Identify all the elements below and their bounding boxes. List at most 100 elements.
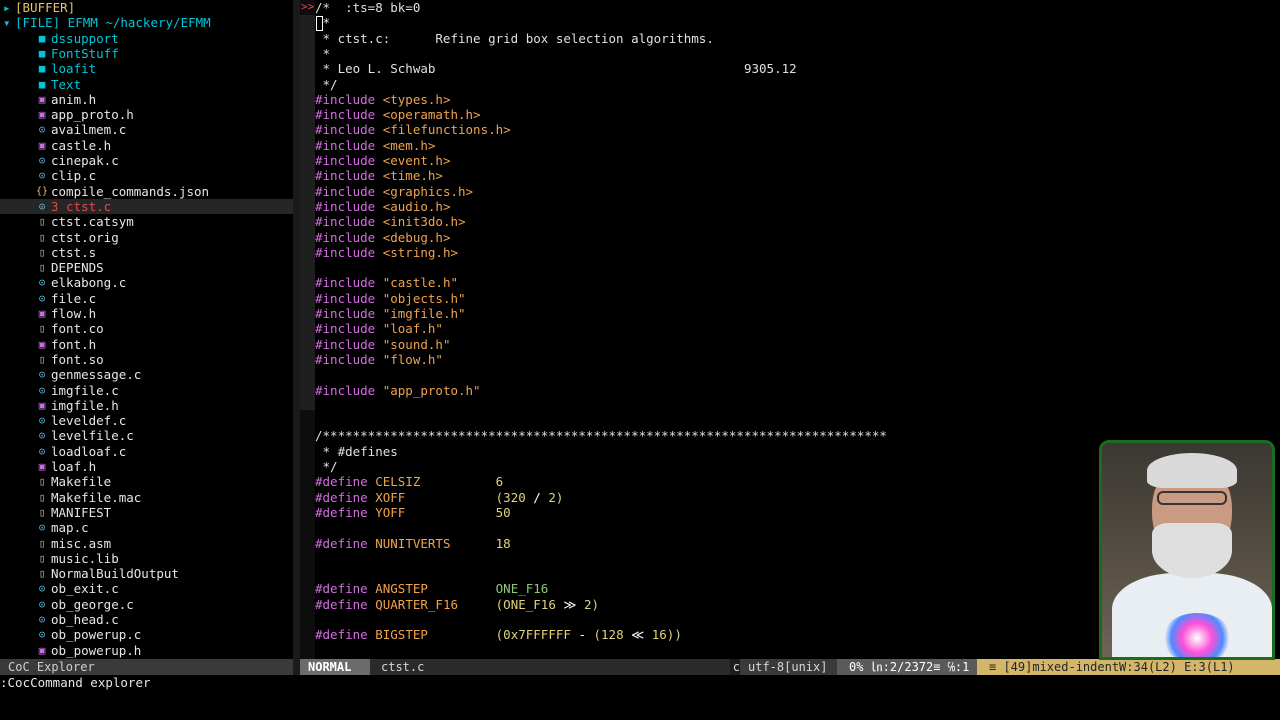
code-line[interactable]: #include <string.h> [315, 245, 458, 260]
explorer-item[interactable]: ▯ ctst.catsym [0, 214, 293, 229]
explorer-item-label: Makefile.mac [51, 489, 142, 505]
code-line[interactable]: #define XOFF (320 / 2) [315, 490, 563, 505]
header-file-icon: ▣ [38, 138, 46, 152]
code-line[interactable]: #include <init3do.h> [315, 214, 466, 229]
explorer-item[interactable]: ⊙ ob_head.c [0, 612, 293, 627]
code-line[interactable]: #include "app_proto.h" [315, 383, 481, 398]
code-line[interactable]: #include "loaf.h" [315, 321, 443, 336]
code-line[interactable]: #include <audio.h> [315, 199, 450, 214]
code-token: #include [315, 183, 383, 199]
code-line[interactable]: * ctst.c: Refine grid box selection algo… [315, 31, 714, 46]
code-token: * Leo L. Schwab 9305.12 [315, 61, 797, 77]
explorer-item-label: levelfile.c [51, 428, 134, 444]
explorer-item[interactable]: ▣ font.h [0, 337, 293, 352]
explorer-item[interactable]: {} compile_commands.json [0, 184, 293, 199]
explorer-item[interactable]: ▯ Makefile.mac [0, 490, 293, 505]
explorer-item[interactable]: ■ loafit [0, 61, 293, 76]
explorer-item[interactable]: ■ dssupport [0, 31, 293, 46]
explorer-item-label: loaf.h [51, 459, 97, 474]
file-icon: ▯ [38, 536, 46, 550]
code-line[interactable]: #define YOFF 50 [315, 505, 511, 520]
command-line[interactable]: :CocCommand explorer [0, 675, 151, 691]
explorer-item[interactable]: ■ Text [0, 77, 293, 92]
code-token: #include [315, 321, 383, 337]
explorer-item[interactable]: ▣ flow.h [0, 306, 293, 321]
folder-icon: ■ [38, 31, 46, 45]
buffer-source-header[interactable]: ▸ [BUFFER] [0, 0, 293, 15]
explorer-item[interactable]: ▯ MANIFEST [0, 505, 293, 520]
code-line[interactable]: #include <event.h> [315, 153, 450, 168]
explorer-item[interactable]: ▯ font.co [0, 321, 293, 336]
explorer-item[interactable]: ⊙ genmessage.c [0, 367, 293, 382]
code-line[interactable]: #include <mem.h> [315, 138, 435, 153]
code-line[interactable]: #include "sound.h" [315, 337, 450, 352]
explorer-item[interactable]: ⊙ availmem.c [0, 122, 293, 137]
code-token: <mem.h> [382, 137, 436, 153]
file-icon: ▯ [38, 215, 46, 229]
expand-arrow-icon[interactable]: ▾ [3, 15, 15, 30]
code-line[interactable]: #include <debug.h> [315, 230, 450, 245]
explorer-item[interactable]: ▯ misc.asm [0, 536, 293, 551]
code-line[interactable]: */ [315, 459, 338, 474]
code-line[interactable]: #include "flow.h" [315, 352, 443, 367]
explorer-item[interactable]: ▣ anim.h [0, 92, 293, 107]
code-line[interactable]: #include <time.h> [315, 168, 443, 183]
code-line[interactable]: #include "castle.h" [315, 275, 458, 290]
explorer-item[interactable]: ⊙ ob_exit.c [0, 581, 293, 596]
code-line[interactable]: #include <graphics.h> [315, 184, 473, 199]
code-line[interactable]: #define ANGSTEP ONE_F16 [315, 581, 548, 596]
file-source-header[interactable]: ▾ [FILE] EFMM ~/hackery/EFMM [0, 15, 293, 30]
explorer-item[interactable]: ⊙ loadloaf.c [0, 444, 293, 459]
code-line[interactable]: #include <types.h> [315, 92, 450, 107]
code-line[interactable]: #define QUARTER_F16 (ONE_F16 ≫ 2) [315, 597, 599, 612]
explorer-item[interactable]: ⊙ ob_powerup.c [0, 627, 293, 642]
explorer-item[interactable]: ⊙ elkabong.c [0, 275, 293, 290]
code-token: #define [315, 596, 376, 612]
explorer-item[interactable]: ⊙ imgfile.c [0, 383, 293, 398]
explorer-item[interactable]: ⊙ ob_george.c [0, 597, 293, 612]
code-line[interactable]: #define BIGSTEP (0x7FFFFFF - (128 ≪ 16)) [315, 627, 682, 642]
explorer-item[interactable]: ▣ ob_powerup.h [0, 643, 293, 658]
code-line[interactable]: /* :ts=8 bk=0 [315, 0, 420, 15]
code-token: #include [315, 382, 383, 398]
c-file-icon: ⊙ [38, 291, 46, 305]
explorer-item[interactable]: ▯ music.lib [0, 551, 293, 566]
explorer-item[interactable]: ⊙ file.c [0, 291, 293, 306]
file-icon: ▯ [38, 490, 46, 504]
code-line[interactable]: * [315, 46, 331, 61]
explorer-item[interactable]: ▣ app_proto.h [0, 107, 293, 122]
code-line[interactable]: * Leo L. Schwab 9305.12 [315, 61, 797, 76]
code-token: (320 [495, 489, 534, 505]
collapse-arrow-icon[interactable]: ▸ [3, 0, 15, 15]
explorer-item[interactable]: ▯ ctst.s [0, 245, 293, 260]
explorer-item[interactable]: ▯ NormalBuildOutput [0, 566, 293, 581]
code-line[interactable]: * #defines [315, 444, 398, 459]
code-token: #define [315, 581, 376, 597]
explorer-item-label: font.h [51, 336, 97, 352]
explorer-item[interactable]: ⊙ map.c [0, 520, 293, 535]
code-line[interactable]: #include "imgfile.h" [315, 306, 466, 321]
code-line[interactable]: #include <operamath.h> [315, 107, 481, 122]
explorer-item-label: ob_george.c [51, 596, 134, 612]
explorer-item[interactable]: ■ FontStuff [0, 46, 293, 61]
explorer-item[interactable]: ⊙ leveldef.c [0, 413, 293, 428]
explorer-item[interactable]: ⊙ 3 ctst.c [0, 198, 293, 215]
explorer-item[interactable]: ▣ imgfile.h [0, 398, 293, 413]
code-line[interactable]: /***************************************… [315, 428, 887, 443]
explorer-item[interactable]: ▯ ctst.orig [0, 230, 293, 245]
explorer-item[interactable]: ▯ Makefile [0, 474, 293, 489]
code-line[interactable]: #include <filefunctions.h> [315, 122, 511, 137]
explorer-item[interactable]: ▯ DEPENDS [0, 260, 293, 275]
explorer-item-label: clip.c [51, 168, 97, 184]
explorer-item[interactable]: ⊙ clip.c [0, 168, 293, 183]
code-line[interactable]: #include "objects.h" [315, 291, 466, 306]
code-line[interactable]: */ [315, 77, 338, 92]
explorer-item[interactable]: ▣ castle.h [0, 138, 293, 153]
explorer-item[interactable]: ▯ font.so [0, 352, 293, 367]
file-explorer[interactable]: ▸ [BUFFER] ▾ [FILE] EFMM ~/hackery/EFMM ■ dss… [0, 0, 293, 659]
explorer-item[interactable]: ▣ loaf.h [0, 459, 293, 474]
code-line[interactable]: #define CELSIZ 6 [315, 474, 503, 489]
explorer-item[interactable]: ⊙ cinepak.c [0, 153, 293, 168]
explorer-item[interactable]: ⊙ levelfile.c [0, 428, 293, 443]
code-line[interactable]: #define NUNITVERTS 18 [315, 536, 511, 551]
